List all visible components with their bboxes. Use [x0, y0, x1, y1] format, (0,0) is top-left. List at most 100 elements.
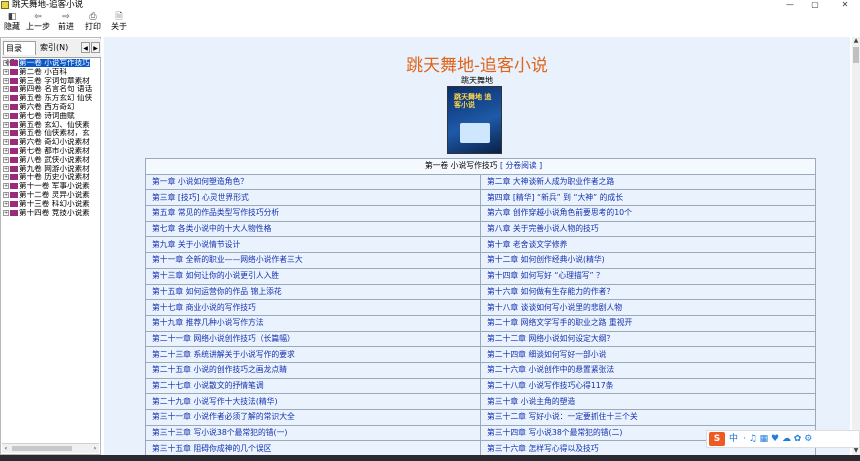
- tree-item[interactable]: + 第七卷 都市小说素材: [2, 147, 101, 156]
- chapter-link[interactable]: 第二十四章 细谈如何写好一部小说: [480, 346, 816, 363]
- chapter-link[interactable]: 第三章 [技巧] 心灵世界形式: [145, 189, 481, 207]
- chapter-link[interactable]: 第二十六章 小说创作中的悬置紧张法: [480, 361, 816, 379]
- expand-icon[interactable]: +: [3, 77, 9, 84]
- expand-icon[interactable]: +: [3, 60, 9, 66]
- chapter-link[interactable]: 第六章 创作穿越小说角色前要思考的10个: [480, 205, 816, 222]
- table-row: 第一章 小说如何塑造角色？ 第二章 大神谈新人成为职业作者之路: [145, 173, 816, 191]
- chapter-link[interactable]: 第二十五章 小说的创作技巧之画龙点睛: [145, 361, 481, 379]
- tab-scroll-left-icon[interactable]: ◀: [81, 42, 90, 53]
- volume-read-link[interactable]: [ 分卷阅读 ]: [500, 161, 542, 170]
- tab-scroll-right-icon[interactable]: ▶: [91, 42, 100, 53]
- expand-icon[interactable]: +: [3, 174, 9, 181]
- ime-tool-icons[interactable]: · ♫ ▦ ♥ ☁ ✿ ⚙: [743, 432, 812, 446]
- sogou-ime-icon[interactable]: S: [709, 432, 725, 446]
- tree-item[interactable]: + 第七卷 诗词曲赋: [2, 112, 101, 121]
- expand-icon[interactable]: +: [3, 165, 9, 172]
- expand-icon[interactable]: +: [3, 139, 9, 146]
- scroll-right-icon[interactable]: ›: [91, 444, 99, 453]
- expand-icon[interactable]: +: [3, 95, 9, 102]
- book-icon: [10, 139, 18, 146]
- expand-icon[interactable]: +: [3, 183, 9, 190]
- expand-icon[interactable]: +: [3, 103, 9, 110]
- expand-icon[interactable]: +: [3, 121, 9, 128]
- tree-item[interactable]: + 第五卷 东方玄幻 仙侠: [2, 94, 101, 103]
- tree-item[interactable]: + 第二卷 小百科: [2, 68, 101, 77]
- chapter-link[interactable]: 第二十九章 小说写作十大技法(精华): [145, 393, 481, 410]
- scrollbar-thumb[interactable]: [12, 446, 72, 451]
- tree-item[interactable]: + 第八卷 武侠小说素材: [2, 156, 101, 165]
- chapter-link[interactable]: 第二十七章 小说散文的抒情笔调: [145, 377, 481, 395]
- tree-item[interactable]: + 第四卷 名言名句 语话: [2, 85, 101, 94]
- chapter-link[interactable]: 第二十一章 网络小说创作技巧（长篇幅）: [145, 330, 481, 348]
- tree-item[interactable]: + 第五卷 玄幻、仙侠素: [2, 121, 101, 130]
- vertical-scrollbar-thumb[interactable]: [853, 47, 859, 63]
- tree-item[interactable]: + 第一卷 小说写作技巧: [2, 59, 101, 68]
- chapter-link[interactable]: 第十七章 商业小说的写作技巧: [145, 299, 481, 316]
- expand-icon[interactable]: +: [3, 147, 9, 154]
- chapter-link[interactable]: 第二十二章 网络小说如何设定大纲？: [480, 330, 816, 348]
- horizontal-scrollbar[interactable]: ‹ ›: [2, 443, 99, 453]
- chapter-link[interactable]: 第一章 小说如何塑造角色？: [145, 173, 481, 191]
- chapter-link[interactable]: 第二十三章 系统讲解关于小说写作的要求: [145, 346, 481, 363]
- tree-item[interactable]: + 第五卷 仙侠素材，玄: [2, 129, 101, 138]
- chapter-link[interactable]: 第三十三章 写小说38个最常犯的错(一): [145, 424, 481, 442]
- book-icon: [10, 121, 18, 128]
- chapter-link[interactable]: 第十二章 如何创作经典小说(精华): [480, 252, 816, 269]
- expand-icon[interactable]: +: [3, 130, 9, 137]
- tree-item[interactable]: + 第十二卷 灵异小说素: [2, 191, 101, 200]
- chapter-link[interactable]: 第三十五章 阻碍你成神的几个误区: [145, 440, 481, 455]
- tree-item-label: 第十三卷 科幻小说素: [19, 199, 90, 208]
- chapter-link[interactable]: 第二十章 网络文学写手的职业之路 重视开: [480, 314, 816, 332]
- chapter-link[interactable]: 第九章 关于小说情节设计: [145, 236, 481, 254]
- tree-item[interactable]: + 第十三卷 科幻小说素: [2, 200, 101, 209]
- tree-item[interactable]: + 第十一卷 军事小说素: [2, 182, 101, 191]
- maximize-button[interactable]: ▢: [803, 0, 827, 10]
- tree-item[interactable]: + 第六卷 西方奇幻: [2, 103, 101, 112]
- chapter-link[interactable]: 第三十一章 小说作者必须了解的常识大全: [145, 409, 481, 426]
- chapter-link[interactable]: 第三十章 小说主角的塑造: [480, 393, 816, 410]
- chapter-link[interactable]: 第十三章 如何让你的小说更引人入胜: [145, 267, 481, 285]
- ime-language-toggle[interactable]: 中: [729, 432, 738, 446]
- tree-item[interactable]: + 第九卷 网游小说素材: [2, 165, 101, 174]
- chapter-link[interactable]: 第八章 关于完善小说人物的技巧: [480, 220, 816, 238]
- back-button[interactable]: ⇦ 上一步: [25, 12, 51, 32]
- tab-contents[interactable]: 目录(C): [3, 41, 36, 67]
- expand-icon[interactable]: +: [3, 191, 9, 198]
- chapter-link[interactable]: 第十六章 如何做有生存能力的作者？: [480, 283, 816, 301]
- scroll-left-icon[interactable]: ‹: [2, 444, 10, 453]
- chapter-link[interactable]: 第三十二章 写好小说：一定要抓住十三个关: [480, 409, 816, 426]
- expand-icon[interactable]: +: [3, 112, 9, 119]
- chapter-link[interactable]: 第十四章 如何写好 “心理描写” ？: [480, 267, 816, 285]
- tree-item[interactable]: + 第六卷 奇幻小说素材: [2, 138, 101, 147]
- chapter-link[interactable]: 第十一章 全新的职业——网络小说作者三大: [145, 252, 481, 269]
- expand-icon[interactable]: +: [3, 156, 9, 163]
- expand-icon[interactable]: +: [3, 209, 9, 216]
- hide-button[interactable]: ◧ 隐藏: [2, 12, 22, 32]
- chapter-link[interactable]: 第十章 老舍谈文学修养: [480, 236, 816, 254]
- chapter-link[interactable]: 第五章 常见的作品类型写作技巧分析: [145, 205, 481, 222]
- scroll-up-icon[interactable]: ▲: [852, 37, 860, 45]
- expand-icon[interactable]: +: [3, 200, 9, 207]
- book-icon: [10, 103, 18, 110]
- minimize-button[interactable]: —: [778, 0, 802, 10]
- chapter-link[interactable]: 第十九章 推荐几种小说写作方法: [145, 314, 481, 332]
- table-row: 第二十一章 网络小说创作技巧（长篇幅） 第二十二章 网络小说如何设定大纲？: [145, 330, 816, 348]
- vertical-scrollbar[interactable]: ▲ ▼: [852, 37, 860, 455]
- about-button[interactable]: 🗎 关于: [108, 12, 130, 32]
- scroll-down-icon[interactable]: ▼: [852, 447, 860, 455]
- close-button[interactable]: ✕: [833, 0, 857, 10]
- chapter-link[interactable]: 第七章 各类小说中的十大人物性格: [145, 220, 481, 238]
- tree-item[interactable]: + 第十卷 历史小说素材: [2, 173, 101, 182]
- chapter-link[interactable]: 第十八章 谈谈如何写小说里的悲剧人物: [480, 299, 816, 316]
- chapter-link[interactable]: 第二章 大神谈新人成为职业作者之路: [480, 173, 816, 191]
- chapter-link[interactable]: 第十五章 如何运营你的作品 锦上添花: [145, 283, 481, 301]
- tab-index[interactable]: 索引(N): [38, 41, 71, 55]
- chapter-link[interactable]: 第四章 [精华] “新兵” 到 “大神” 的成长: [480, 189, 816, 207]
- expand-icon[interactable]: +: [3, 86, 9, 93]
- tree-item[interactable]: + 第十四卷 竞技小说素: [2, 209, 101, 218]
- chapter-link[interactable]: 第二十八章 小说写作技巧心得117条: [480, 377, 816, 395]
- print-button[interactable]: ⎙ 打印: [82, 12, 104, 32]
- expand-icon[interactable]: +: [3, 68, 9, 75]
- tree-item[interactable]: + 第三卷 字词句章素材: [2, 77, 101, 86]
- forward-button[interactable]: ⇨ 前进: [55, 12, 77, 32]
